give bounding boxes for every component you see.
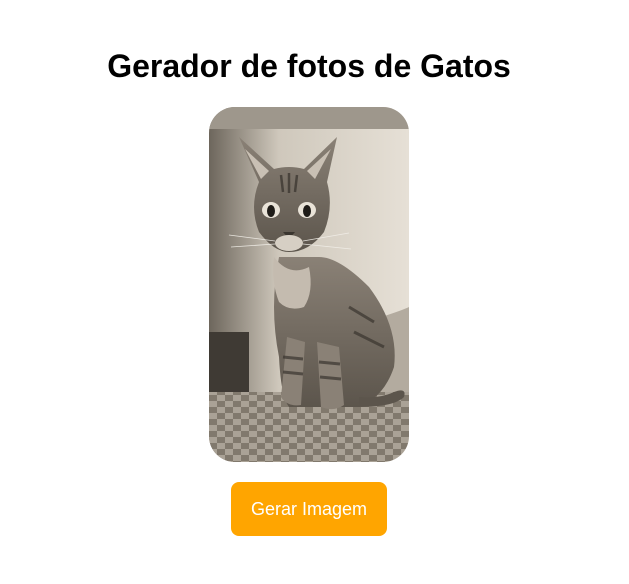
cat-photo	[209, 107, 409, 462]
page-title: Gerador de fotos de Gatos	[107, 48, 511, 84]
cat-photo-illustration	[209, 107, 409, 462]
generate-image-button[interactable]: Gerar Imagem	[231, 482, 387, 536]
page: Gerador de fotos de Gatos Gerar Imagem	[0, 0, 629, 584]
